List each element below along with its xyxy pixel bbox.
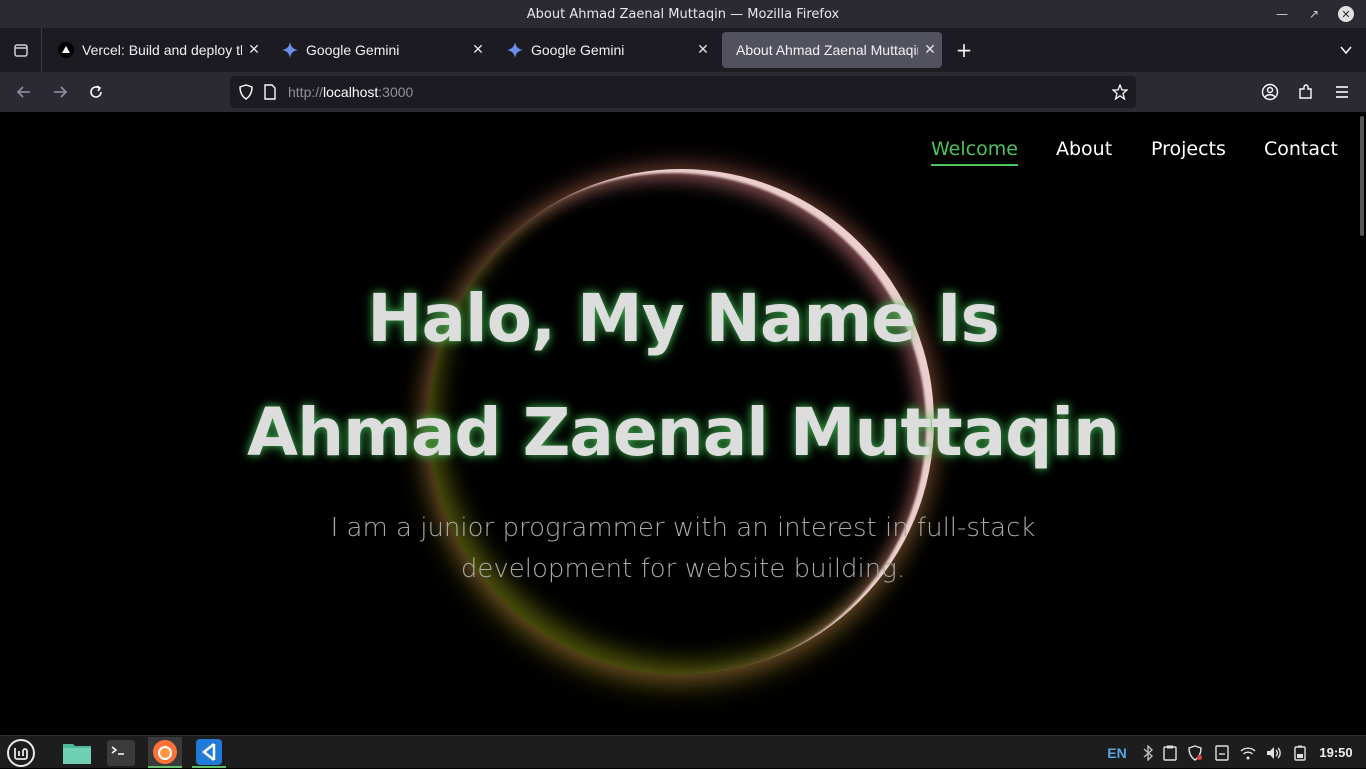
new-tab-button[interactable]: + — [952, 38, 976, 62]
url-host: localhost — [323, 84, 379, 100]
bookmark-star-icon[interactable] — [1108, 80, 1132, 104]
reload-button[interactable] — [84, 80, 108, 104]
keyboard-layout-indicator[interactable]: EN — [1106, 736, 1128, 769]
url-port: :3000 — [378, 84, 414, 100]
tab-strip: Vercel: Build and deploy the ✕ Google Ge… — [0, 28, 1366, 72]
nav-link-welcome[interactable]: Welcome — [931, 138, 1018, 166]
close-icon: ✕ — [1338, 6, 1354, 22]
firefox-view-button[interactable] — [0, 28, 42, 72]
linux-mint-menu-icon[interactable] — [4, 737, 38, 768]
tab-label: About Ahmad Zaenal Muttaqin — [736, 42, 918, 58]
hamburger-icon — [1336, 86, 1348, 98]
tab-label: Google Gemini — [531, 42, 625, 58]
tab-close-icon[interactable]: ✕ — [918, 42, 942, 58]
account-button[interactable] — [1258, 80, 1282, 104]
back-button[interactable] — [12, 80, 36, 104]
maximize-button[interactable]: ↗ — [1300, 0, 1328, 28]
nav-link-contact[interactable]: Contact — [1264, 138, 1338, 160]
battery-icon[interactable] — [1290, 736, 1310, 769]
page-info-icon[interactable] — [258, 80, 282, 104]
gemini-icon — [507, 42, 523, 58]
tab-label: Google Gemini — [306, 42, 400, 58]
tab-close-icon[interactable]: ✕ — [242, 42, 266, 58]
url-bar[interactable]: http://localhost:3000 — [230, 76, 1136, 108]
vercel-icon — [58, 42, 74, 58]
page-viewport: Welcome About Projects Contact Halo, My … — [0, 112, 1366, 735]
volume-icon[interactable] — [1264, 736, 1284, 769]
chevron-down-icon — [1340, 46, 1352, 55]
window-title: About Ahmad Zaenal Muttaqin — Mozilla Fi… — [526, 6, 840, 22]
tracking-protection-icon[interactable] — [234, 80, 258, 104]
arrow-left-icon — [16, 86, 30, 98]
vscode-icon[interactable] — [192, 737, 226, 768]
tab-close-icon[interactable]: ✕ — [466, 42, 490, 58]
close-window-button[interactable]: ✕ — [1332, 0, 1360, 28]
files-icon[interactable] — [60, 737, 94, 768]
hero-subtitle: I am a junior programmer with an interes… — [330, 513, 1036, 584]
clipboard-icon[interactable] — [1160, 736, 1180, 769]
navigation-toolbar: http://localhost:3000 — [0, 72, 1366, 112]
firefox-icon[interactable] — [148, 737, 182, 768]
wifi-icon[interactable] — [1238, 736, 1258, 769]
page-scrollbar[interactable] — [1360, 116, 1364, 236]
clock[interactable]: 19:50 — [1314, 736, 1358, 769]
puzzle-icon — [1299, 84, 1312, 99]
nav-link-projects[interactable]: Projects — [1151, 138, 1226, 160]
tab-close-icon[interactable]: ✕ — [691, 42, 715, 58]
bluetooth-icon[interactable] — [1138, 736, 1158, 769]
account-icon — [1261, 83, 1279, 101]
minimize-button[interactable]: — — [1268, 0, 1296, 28]
tab-about-active[interactable]: About Ahmad Zaenal Muttaqin ✕ — [722, 32, 942, 68]
notes-icon[interactable] — [1212, 736, 1232, 769]
hero-heading-name: Ahmad Zaenal Muttaqin — [246, 394, 1120, 471]
forward-button[interactable] — [48, 80, 72, 104]
taskbar: EN 19:50 — [0, 735, 1366, 768]
gemini-icon — [282, 42, 298, 58]
tab-vercel[interactable]: Vercel: Build and deploy the ✕ — [44, 32, 266, 68]
terminal-icon[interactable] — [104, 737, 138, 768]
reload-icon — [90, 85, 102, 98]
tab-gemini-1[interactable]: Google Gemini ✕ — [268, 32, 490, 68]
extensions-button[interactable] — [1294, 80, 1318, 104]
url-scheme: http:// — [288, 84, 324, 100]
update-shield-icon[interactable] — [1184, 736, 1206, 769]
tab-gemini-2[interactable]: Google Gemini ✕ — [493, 32, 715, 68]
url-text[interactable]: http://localhost:3000 — [288, 84, 413, 100]
window-titlebar: About Ahmad Zaenal Muttaqin — Mozilla Fi… — [0, 0, 1366, 28]
nav-link-about[interactable]: About — [1056, 138, 1112, 160]
hero-heading-line1: Halo, My Name Is — [367, 280, 1000, 357]
list-all-tabs-button[interactable] — [1334, 38, 1358, 62]
tab-label: Vercel: Build and deploy the — [82, 42, 242, 58]
firefox-view-icon — [13, 44, 28, 57]
plus-icon: + — [955, 38, 973, 62]
arrow-right-icon — [54, 86, 68, 98]
app-menu-button[interactable] — [1330, 80, 1354, 104]
